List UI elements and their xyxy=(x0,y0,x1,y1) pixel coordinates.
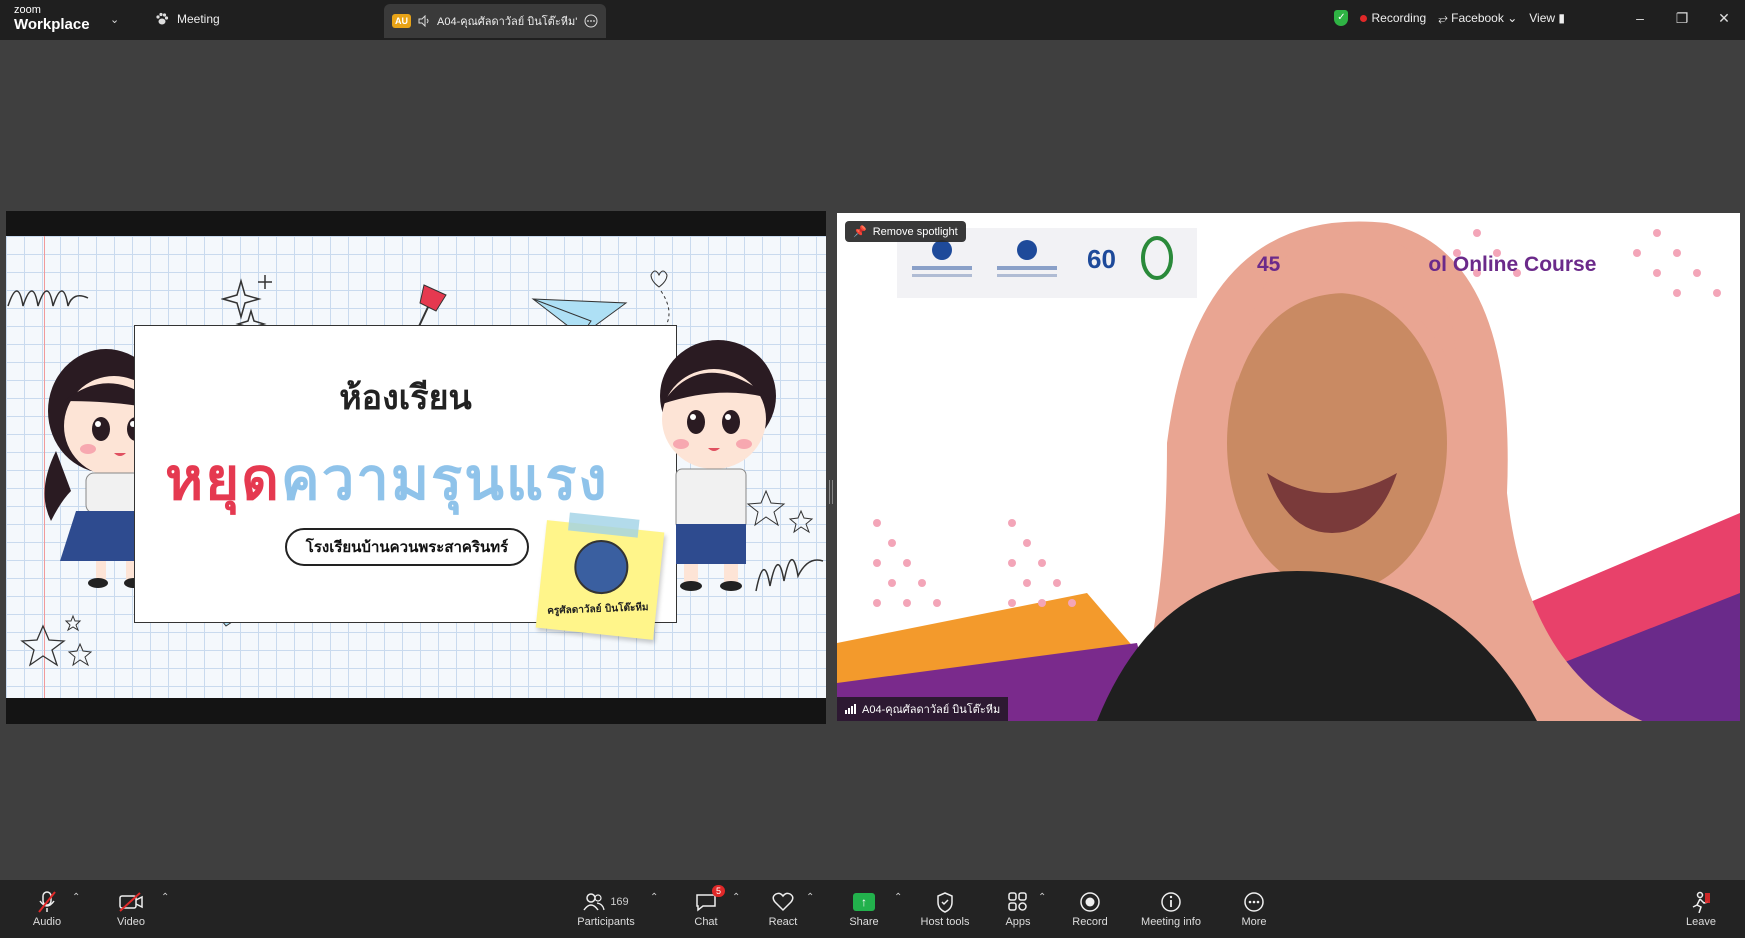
apps-options-chevron-icon[interactable]: ⌃ xyxy=(1038,892,1046,903)
meeting-tab[interactable]: Meeting xyxy=(155,12,220,26)
share-tab-title: A04-คุณศัลดาวัลย์ บินโต๊ะหีม's sc xyxy=(437,16,577,28)
speaker-video-tile[interactable]: 📌 Remove spotlight 60 45 ol Online Course… xyxy=(837,213,1740,721)
remove-spotlight-button[interactable]: 📌 Remove spotlight xyxy=(845,221,966,242)
squiggle-doodle xyxy=(7,290,89,307)
letterbox-bar xyxy=(6,698,826,724)
camera-off-icon xyxy=(118,889,144,915)
record-label: Record xyxy=(1072,916,1108,928)
slide-title-line2: หยุดความรุนแรง xyxy=(165,432,609,525)
brand-small-text: zoom xyxy=(14,4,41,16)
participant-name: A04-คุณศัลดาวัลย์ บินโต๊ะหีม xyxy=(862,704,1001,716)
window-controls: – ❐ ✕ xyxy=(1619,0,1745,36)
meeting-toolbar: Audio ⌃ Video ⌃ 169 Participants ⌃ 5 Cha… xyxy=(0,880,1745,938)
meeting-info-label: Meeting info xyxy=(1141,916,1201,928)
info-icon xyxy=(1160,889,1182,915)
leave-icon xyxy=(1690,889,1712,915)
chat-icon: 5 xyxy=(695,885,725,915)
share-arrow-icon: ↑ xyxy=(853,893,875,911)
security-shield-icon[interactable]: ✓ xyxy=(1334,10,1349,26)
participants-count: 169 xyxy=(610,896,629,908)
minimize-icon[interactable]: – xyxy=(1619,0,1661,36)
facebook-label: Facebook xyxy=(1451,10,1504,25)
more-button[interactable]: More xyxy=(1214,889,1294,928)
share-options-chevron-icon[interactable]: ⌃ xyxy=(894,892,902,903)
view-label: View xyxy=(1529,11,1556,25)
meeting-status-area: ✓ Recording ⥂ Facebook ⌄ View ▮ xyxy=(1334,10,1565,26)
chat-label: Chat xyxy=(694,916,718,928)
course-title: 45 ol Online Course xyxy=(1257,253,1596,277)
heart-icon xyxy=(772,889,794,915)
shared-screen-tile[interactable]: ห้องเรียน หยุดความรุนแรง โรงเรียนบ้านควน… xyxy=(6,211,826,724)
share-button[interactable]: ↑ Share xyxy=(824,889,904,928)
stars-doodle xyxy=(20,614,93,667)
restore-icon[interactable]: ❐ xyxy=(1661,0,1703,36)
participants-icon: 169 xyxy=(583,889,629,915)
recording-dot-icon xyxy=(1360,15,1368,22)
school-name-pill: โรงเรียนบ้านควนพระสาครินทร์ xyxy=(285,528,529,566)
broadcast-icon: ⥂ xyxy=(1438,10,1448,25)
title-bar: zoom Workplace ⌄ Meeting AU A04-คุณศัลดา… xyxy=(0,0,1745,40)
share-label: Share xyxy=(849,916,879,928)
teacher-name: ครูศัลดาวัลย์ บินโต๊ะหีม xyxy=(547,602,649,617)
slide-title-line1: ห้องเรียน xyxy=(339,378,472,418)
zoom-workplace-logo[interactable]: zoom Workplace xyxy=(14,4,90,33)
video-label: Video xyxy=(117,916,145,928)
participant-name-tag: A04-คุณศัลดาวัลย์ บินโต๊ะหีม xyxy=(837,697,1009,721)
video-button[interactable]: Video xyxy=(91,889,171,928)
react-label: React xyxy=(768,916,798,928)
host-tools-button[interactable]: Host tools xyxy=(905,889,985,928)
shield-icon xyxy=(935,889,955,915)
more-label: More xyxy=(1241,916,1267,928)
meeting-info-button[interactable]: Meeting info xyxy=(1131,889,1211,928)
pin-icon: 📌 xyxy=(853,226,867,238)
chat-options-chevron-icon[interactable]: ⌃ xyxy=(732,892,740,903)
record-icon xyxy=(1079,889,1101,915)
presentation-slide: ห้องเรียน หยุดความรุนแรง โรงเรียนบ้านควน… xyxy=(6,236,826,698)
teacher-photo xyxy=(571,537,632,597)
more-options-icon[interactable] xyxy=(584,14,598,28)
host-tools-label: Host tools xyxy=(920,916,970,928)
leave-button[interactable]: Leave xyxy=(1661,889,1741,928)
view-button[interactable]: View ▮ xyxy=(1529,11,1565,25)
react-options-chevron-icon[interactable]: ⌃ xyxy=(806,892,814,903)
apps-icon xyxy=(1007,889,1029,915)
chevron-down-icon: ⌄ xyxy=(1507,10,1518,25)
meeting-tab-label: Meeting xyxy=(177,12,220,26)
signal-strength-icon xyxy=(845,704,856,714)
course-title-suffix: ol Online Course xyxy=(1428,253,1597,276)
layout-icon: ▮ xyxy=(1558,11,1565,25)
course-title-prefix: 45 xyxy=(1257,253,1281,276)
facebook-livestream[interactable]: ⥂ Facebook ⌄ xyxy=(1438,11,1517,26)
recording-indicator[interactable]: Recording xyxy=(1360,11,1426,25)
share-screen-icon: ↑ xyxy=(853,889,875,915)
record-button[interactable]: Record xyxy=(1050,889,1130,928)
recording-label: Recording xyxy=(1371,11,1427,25)
more-icon xyxy=(1243,889,1265,915)
leave-label: Leave xyxy=(1686,916,1716,928)
paw-icon xyxy=(156,12,169,25)
slide-title-blue: ความรุนแรง xyxy=(280,445,609,513)
close-icon[interactable]: ✕ xyxy=(1703,0,1745,36)
video-options-chevron-icon[interactable]: ⌃ xyxy=(161,892,169,903)
chat-unread-badge: 5 xyxy=(711,885,725,897)
teacher-sticky-note: ครูศัลดาวัลย์ บินโต๊ะหีม xyxy=(535,512,665,640)
speaker-icon xyxy=(418,15,429,27)
screen-share-tab[interactable]: AU A04-คุณศัลดาวัลย์ บินโต๊ะหีม's sc xyxy=(384,4,606,38)
apps-label: Apps xyxy=(1005,916,1031,928)
mic-muted-icon xyxy=(37,889,57,915)
brand-large-text: Workplace xyxy=(14,16,90,33)
audio-label: Audio xyxy=(32,916,62,928)
participants-label: Participants xyxy=(577,916,635,928)
participants-button[interactable]: 169 Participants xyxy=(566,889,646,928)
remove-spotlight-label: Remove spotlight xyxy=(872,225,958,238)
svg-text:60: 60 xyxy=(1087,244,1116,274)
participants-options-chevron-icon[interactable]: ⌃ xyxy=(650,892,658,903)
audio-options-chevron-icon[interactable]: ⌃ xyxy=(72,892,80,903)
chevron-down-icon[interactable]: ⌄ xyxy=(110,13,119,26)
split-divider-handle[interactable] xyxy=(829,480,833,504)
slide-title-red: หยุด xyxy=(165,445,281,513)
audition-app-icon: AU xyxy=(392,14,411,28)
